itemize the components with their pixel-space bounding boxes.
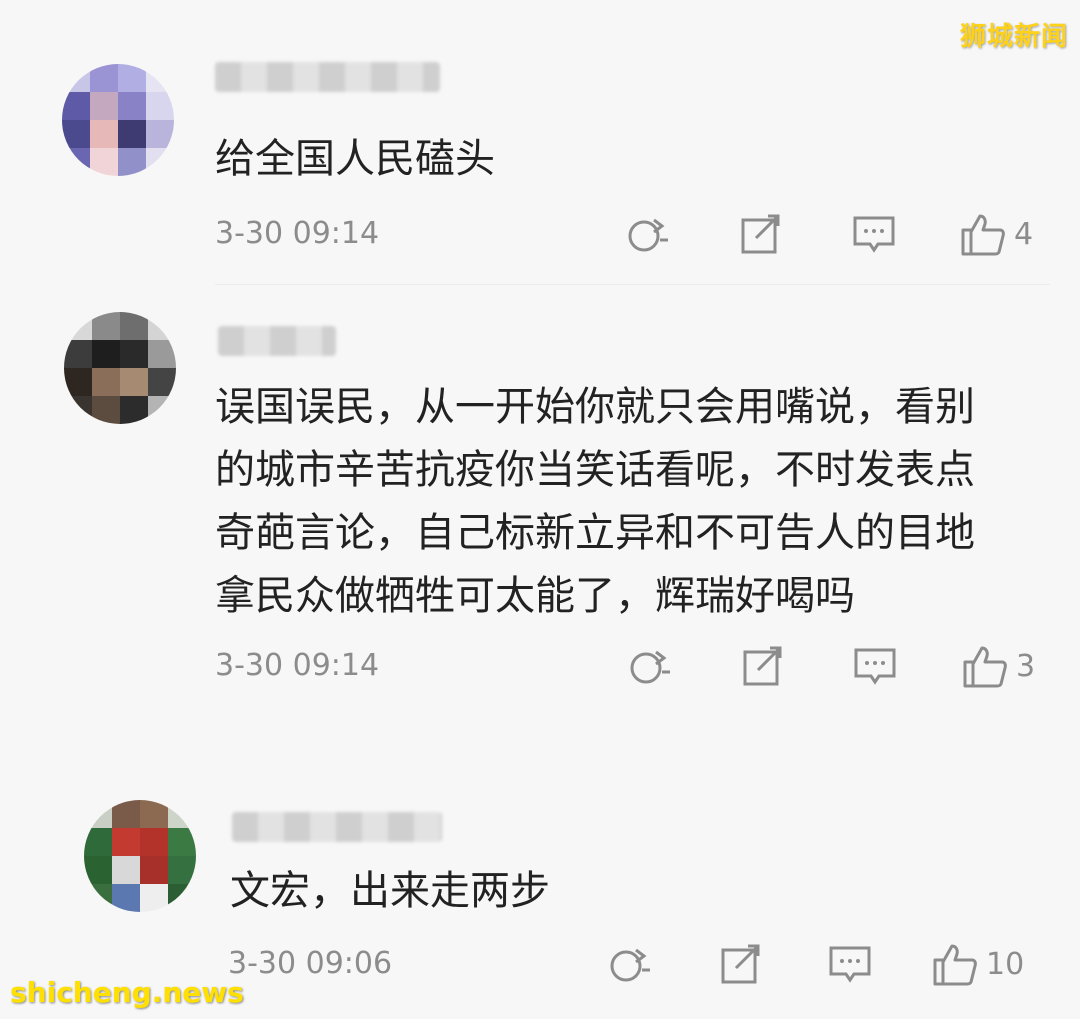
comment-timestamp: 3-30 09:14 [215,216,380,251]
repost-button[interactable] [628,646,678,686]
share-icon [721,944,760,984]
avatar[interactable] [64,312,176,424]
share-icon [741,214,780,254]
like-count: 10 [986,946,1025,982]
share-button[interactable] [742,646,786,686]
watermark-top-right: 狮城新闻 [959,22,1068,52]
comment-timestamp: 3-30 09:14 [215,648,380,683]
reply-button[interactable] [852,214,896,254]
share-icon [743,646,782,686]
repost-button[interactable] [626,214,676,254]
share-button[interactable] [740,214,784,254]
username-redacted[interactable] [232,812,442,842]
repost-icon [630,650,670,684]
reply-icon [829,946,871,983]
share-button[interactable] [720,944,764,984]
repost-button[interactable] [608,944,658,984]
repost-icon [610,948,650,982]
like-button[interactable]: 10 [932,942,1024,986]
like-count: 3 [1016,648,1036,684]
watermark-bottom-left: shicheng.news [10,976,244,1009]
like-count: 4 [1014,216,1034,252]
comment-timestamp: 3-30 09:06 [228,946,393,981]
username-redacted[interactable] [218,326,336,356]
comment-text: 文宏，出来走两步 [230,868,550,914]
reply-button[interactable] [828,944,872,984]
avatar[interactable] [62,64,174,176]
avatar[interactable] [84,800,196,912]
like-button[interactable]: 4 [960,212,1033,256]
like-icon [963,646,1007,688]
divider [215,284,1050,285]
like-icon [961,214,1005,256]
username-redacted[interactable] [215,62,440,92]
repost-icon [628,218,668,252]
reply-icon [853,216,895,253]
reply-button[interactable] [853,646,897,686]
like-icon [933,944,977,986]
reply-icon [854,648,896,685]
comment-text: 给全国人民磕头 [215,136,495,182]
comment-text: 误国误民，从一开始你就只会用嘴说，看别 的城市辛苦抗疫你当笑话看呢，不时发表点 … [215,384,975,619]
like-button[interactable]: 3 [962,644,1035,688]
